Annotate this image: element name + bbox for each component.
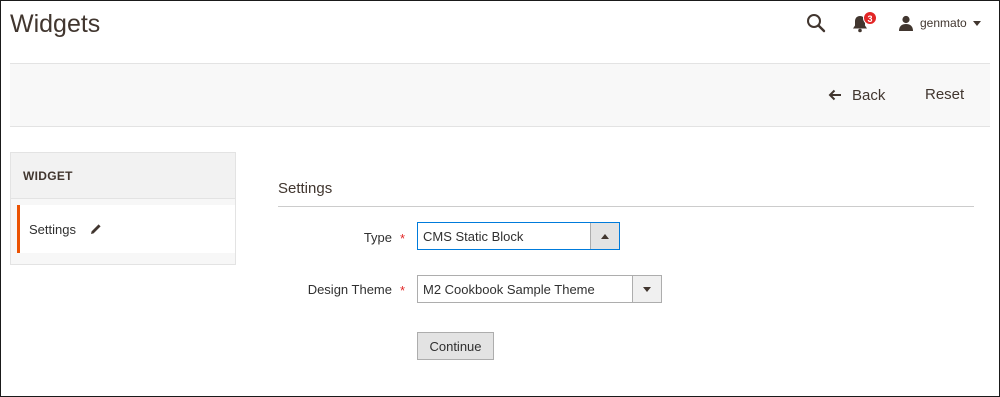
- type-required-mark: *: [400, 231, 406, 246]
- chevron-up-icon: [590, 223, 619, 249]
- sidebar-item-settings[interactable]: Settings: [17, 205, 235, 253]
- sidebar: WIDGET Settings: [10, 152, 236, 265]
- sidebar-item-label: Settings: [29, 221, 76, 237]
- chevron-down-icon: [972, 20, 981, 26]
- section-title: Settings: [278, 180, 333, 197]
- type-select[interactable]: CMS Static Block: [417, 222, 620, 250]
- user-icon: [899, 15, 913, 31]
- notifications-badge: 3: [863, 11, 877, 25]
- pencil-icon: [90, 224, 101, 234]
- sidebar-heading: WIDGET: [11, 153, 235, 199]
- type-select-value: CMS Static Block: [423, 228, 524, 244]
- chevron-down-icon: [632, 276, 661, 302]
- search-icon[interactable]: [806, 13, 826, 33]
- back-button[interactable]: Back: [828, 84, 885, 106]
- page-actions-bar: Back Reset: [10, 63, 990, 127]
- arrow-left-icon: [828, 89, 841, 101]
- type-label: Type: [363, 230, 392, 245]
- back-button-label: Back: [852, 86, 886, 104]
- user-menu[interactable]: genmato: [898, 13, 981, 33]
- design-theme-required-mark: *: [400, 283, 406, 298]
- page-title: Widgets: [10, 10, 101, 38]
- continue-button[interactable]: Continue: [417, 332, 494, 360]
- notifications-button[interactable]: 3: [852, 11, 878, 35]
- user-name: genmato: [920, 16, 967, 30]
- section-divider: [278, 206, 974, 207]
- design-theme-select[interactable]: M2 Cookbook Sample Theme: [417, 275, 662, 303]
- design-theme-select-value: M2 Cookbook Sample Theme: [423, 281, 595, 297]
- reset-button[interactable]: Reset: [925, 84, 964, 106]
- design-theme-label: Design Theme: [307, 282, 392, 297]
